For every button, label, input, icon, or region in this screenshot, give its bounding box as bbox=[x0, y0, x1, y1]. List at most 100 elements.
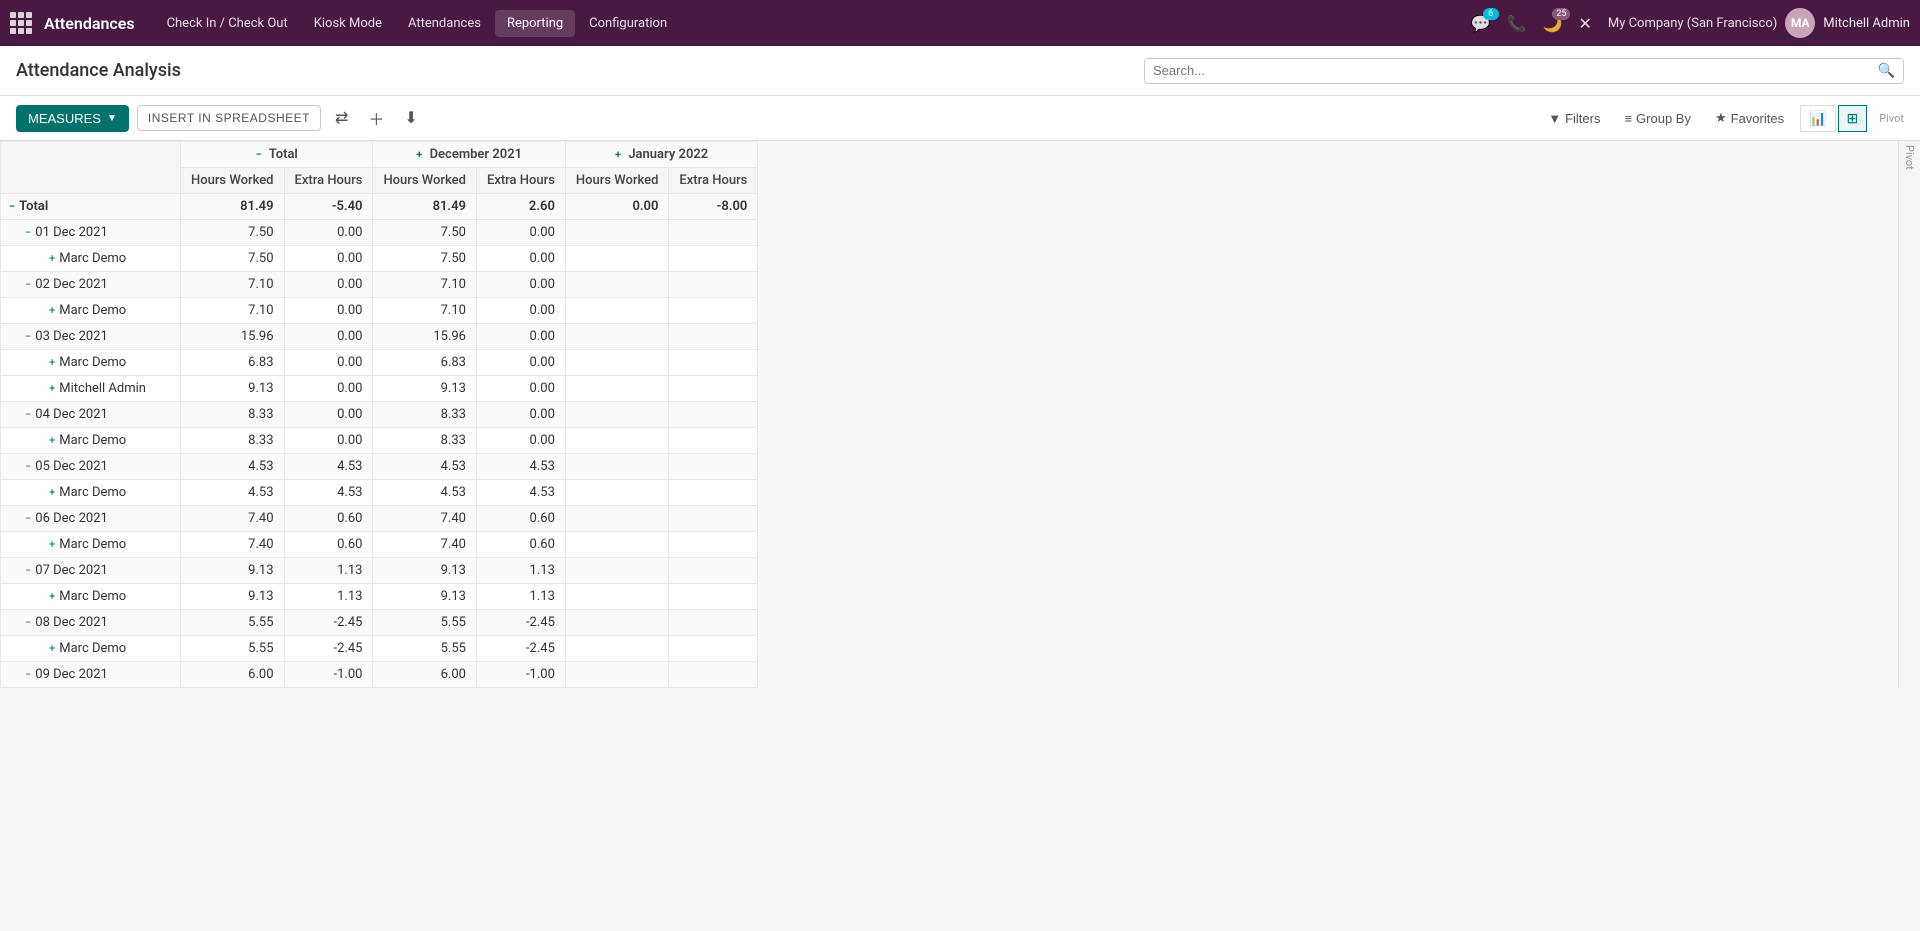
moon-icon-btn[interactable]: 🌙 25 bbox=[1539, 10, 1567, 37]
row-label-cell: +Marc Demo bbox=[1, 246, 181, 272]
minus-icon[interactable]: − bbox=[25, 278, 31, 291]
minus-icon[interactable]: − bbox=[25, 408, 31, 421]
add-icon-btn[interactable]: ＋ bbox=[362, 102, 390, 134]
table-cell: 0.60 bbox=[284, 506, 373, 532]
plus-icon[interactable]: + bbox=[49, 590, 55, 603]
table-cell: 15.96 bbox=[181, 324, 285, 350]
plus-icon[interactable]: + bbox=[49, 252, 55, 265]
nav-check-in-out[interactable]: Check In / Check Out bbox=[155, 10, 300, 37]
row-label-cell: +Mitchell Admin bbox=[1, 376, 181, 402]
phone-icon-btn[interactable]: 📞 bbox=[1503, 10, 1531, 37]
phone-icon: 📞 bbox=[1507, 14, 1527, 33]
table-cell bbox=[669, 376, 758, 402]
subheader: Attendance Analysis 🔍 bbox=[0, 46, 1920, 96]
table-row: −01 Dec 20217.500.007.500.00 bbox=[1, 220, 758, 246]
table-cell: -2.45 bbox=[476, 636, 565, 662]
col-total-hours-worked: Hours Worked bbox=[181, 168, 285, 194]
minus-icon[interactable]: − bbox=[25, 668, 31, 681]
table-cell: 9.13 bbox=[181, 584, 285, 610]
table-cell bbox=[669, 662, 758, 688]
plus-icon[interactable]: + bbox=[49, 304, 55, 317]
close-icon-btn[interactable]: ✕ bbox=[1574, 10, 1595, 37]
minus-icon[interactable]: − bbox=[25, 512, 31, 525]
row-label-cell: −02 Dec 2021 bbox=[1, 272, 181, 298]
plus-icon[interactable]: + bbox=[49, 642, 55, 655]
plus-icon[interactable]: + bbox=[49, 486, 55, 499]
favorites-button[interactable]: ★ Favorites bbox=[1707, 106, 1792, 130]
nav-configuration[interactable]: Configuration bbox=[577, 10, 679, 37]
table-cell: 4.53 bbox=[284, 480, 373, 506]
table-cell: 0.00 bbox=[476, 324, 565, 350]
table-cell: 4.53 bbox=[181, 454, 285, 480]
jan2022-collapse-icon[interactable]: + bbox=[615, 148, 621, 161]
table-cell bbox=[669, 246, 758, 272]
row-label-cell: +Marc Demo bbox=[1, 584, 181, 610]
row-label-cell: −04 Dec 2021 bbox=[1, 402, 181, 428]
minus-icon[interactable]: − bbox=[9, 200, 15, 213]
table-cell: 5.55 bbox=[181, 636, 285, 662]
table-cell: 0.60 bbox=[476, 506, 565, 532]
table-cell: 0.00 bbox=[284, 246, 373, 272]
insert-spreadsheet-button[interactable]: INSERT IN SPREADSHEET bbox=[137, 105, 321, 131]
row-label-cell: −07 Dec 2021 bbox=[1, 558, 181, 584]
chat-icon-btn[interactable]: 💬 6 bbox=[1467, 10, 1495, 37]
top-nav: Attendances Check In / Check Out Kiosk M… bbox=[0, 0, 1920, 46]
plus-icon[interactable]: + bbox=[49, 356, 55, 369]
minus-icon[interactable]: − bbox=[25, 330, 31, 343]
plus-icon[interactable]: + bbox=[49, 382, 55, 395]
table-cell: 9.13 bbox=[181, 558, 285, 584]
table-cell bbox=[565, 428, 669, 454]
download-icon-btn[interactable]: ⬇ bbox=[398, 104, 423, 132]
row-label-cell: −09 Dec 2021 bbox=[1, 662, 181, 688]
table-cell: 8.33 bbox=[373, 402, 477, 428]
table-cell: 0.00 bbox=[284, 272, 373, 298]
table-cell: 9.13 bbox=[373, 584, 477, 610]
row-label-cell: −Total bbox=[1, 194, 181, 220]
minus-icon[interactable]: − bbox=[25, 616, 31, 629]
page-title: Attendance Analysis bbox=[16, 60, 181, 81]
filters-button[interactable]: ▼ Filters bbox=[1540, 107, 1608, 130]
table-cell: 0.00 bbox=[476, 246, 565, 272]
col-dec-extra-hours: Extra Hours bbox=[476, 168, 565, 194]
measures-button[interactable]: MEASURES ▼ bbox=[16, 105, 129, 132]
table-cell: -8.00 bbox=[669, 194, 758, 220]
minus-icon[interactable]: − bbox=[25, 564, 31, 577]
apps-menu-icon[interactable] bbox=[10, 12, 32, 34]
bar-chart-view-btn[interactable]: 📊 bbox=[1800, 105, 1835, 132]
table-cell: 0.00 bbox=[476, 298, 565, 324]
table-cell: 7.10 bbox=[181, 272, 285, 298]
toolbar: MEASURES ▼ INSERT IN SPREADSHEET ⇄ ＋ ⬇ ▼… bbox=[0, 96, 1920, 141]
bar-chart-icon: 📊 bbox=[1809, 110, 1826, 126]
table-cell: 6.00 bbox=[373, 662, 477, 688]
table-cell: 0.00 bbox=[476, 376, 565, 402]
table-cell bbox=[669, 402, 758, 428]
table-cell bbox=[565, 350, 669, 376]
table-cell: 0.00 bbox=[476, 428, 565, 454]
group-by-button[interactable]: ≡ Group By bbox=[1616, 107, 1699, 130]
user-avatar[interactable]: MA bbox=[1785, 8, 1815, 38]
total-collapse-icon[interactable]: − bbox=[256, 148, 262, 161]
table-cell bbox=[565, 480, 669, 506]
table-cell: 0.00 bbox=[565, 194, 669, 220]
chat-badge: 6 bbox=[1483, 8, 1499, 20]
nav-kiosk-mode[interactable]: Kiosk Mode bbox=[302, 10, 394, 37]
plus-icon[interactable]: + bbox=[49, 538, 55, 551]
nav-attendances[interactable]: Attendances bbox=[396, 10, 493, 37]
table-cell: 1.13 bbox=[284, 558, 373, 584]
table-cell bbox=[669, 506, 758, 532]
table-cell: 1.13 bbox=[476, 584, 565, 610]
minus-icon[interactable]: − bbox=[25, 226, 31, 239]
table-cell bbox=[565, 376, 669, 402]
table-cell bbox=[669, 298, 758, 324]
minus-icon[interactable]: − bbox=[25, 460, 31, 473]
nav-reporting[interactable]: Reporting bbox=[495, 10, 575, 37]
plus-icon[interactable]: + bbox=[49, 434, 55, 447]
search-input[interactable] bbox=[1153, 63, 1878, 78]
table-cell bbox=[565, 584, 669, 610]
swap-icon-btn[interactable]: ⇄ bbox=[329, 104, 354, 132]
pivot-view-btn[interactable]: ⊞ bbox=[1838, 105, 1868, 132]
dec2021-collapse-icon[interactable]: + bbox=[416, 148, 422, 161]
search-icon[interactable]: 🔍 bbox=[1878, 63, 1895, 79]
table-cell bbox=[565, 532, 669, 558]
table-cell bbox=[565, 558, 669, 584]
